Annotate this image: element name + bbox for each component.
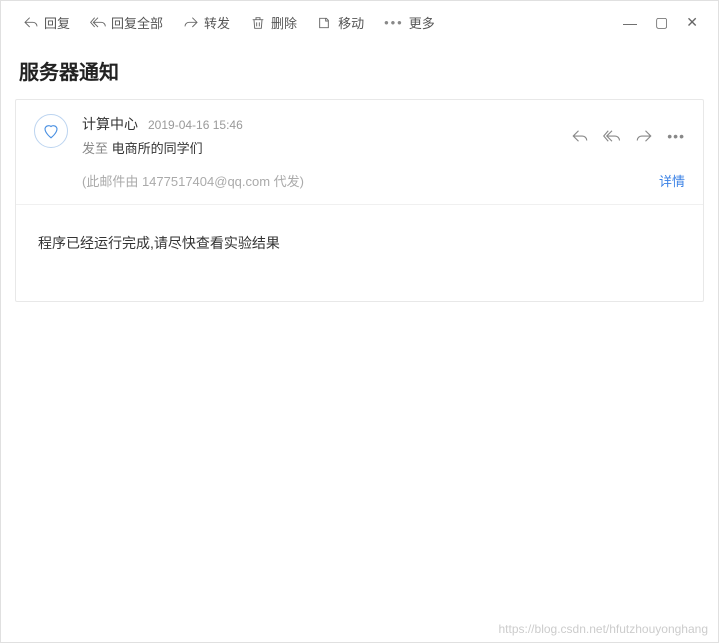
minimize-button[interactable]: — [623, 15, 637, 31]
more-button[interactable]: ••• 更多 [374, 9, 445, 36]
forward-button[interactable]: 转发 [173, 9, 240, 36]
proxy-note: (此邮件由 1477517404@qq.com 代发) [82, 171, 659, 190]
reply-all-label: 回复全部 [111, 13, 163, 32]
header-actions: ••• [571, 114, 685, 157]
sender-name: 计算中心 [82, 114, 138, 134]
move-label: 移动 [338, 13, 364, 32]
timestamp: 2019-04-16 15:46 [148, 118, 243, 132]
delete-button[interactable]: 删除 [240, 9, 307, 36]
detail-row: (此邮件由 1477517404@qq.com 代发) 详情 [16, 165, 703, 200]
move-icon [317, 15, 333, 31]
more-actions-button[interactable]: ••• [667, 128, 685, 144]
reply-all-button[interactable]: 回复全部 [80, 9, 173, 36]
sender-avatar[interactable] [34, 114, 68, 148]
reply-all-icon [90, 15, 106, 31]
recipients-prefix: 发至 [82, 141, 108, 156]
trash-icon [250, 15, 266, 31]
more-dots-icon: ••• [384, 15, 404, 30]
email-subject: 服务器通知 [1, 44, 718, 99]
maximize-button[interactable]: ▢ [655, 14, 668, 31]
heart-icon [42, 122, 60, 140]
recipients-list: 电商所的同学们 [112, 141, 203, 156]
more-label: 更多 [409, 13, 435, 32]
watermark: https://blog.csdn.net/hfutzhouyonghang [499, 622, 709, 636]
email-body: 程序已经运行完成,请尽快查看实验结果 [16, 205, 703, 301]
email-card: 计算中心 2019-04-16 15:46 发至 电商所的同学们 ••• (此邮… [15, 99, 704, 302]
window-controls: — ▢ ✕ [623, 14, 706, 31]
close-button[interactable]: ✕ [686, 14, 698, 31]
email-header: 计算中心 2019-04-16 15:46 发至 电商所的同学们 ••• [16, 100, 703, 165]
delete-label: 删除 [271, 13, 297, 32]
forward-icon[interactable] [635, 127, 653, 145]
detail-link[interactable]: 详情 [659, 171, 685, 190]
forward-icon [183, 15, 199, 31]
reply-label: 回复 [44, 13, 70, 32]
reply-icon [23, 15, 39, 31]
toolbar: 回复 回复全部 转发 删除 移动 ••• 更多 — ▢ ✕ [1, 1, 718, 44]
header-info: 计算中心 2019-04-16 15:46 发至 电商所的同学们 [82, 114, 571, 157]
move-button[interactable]: 移动 [307, 9, 374, 36]
reply-button[interactable]: 回复 [13, 9, 80, 36]
forward-label: 转发 [204, 13, 230, 32]
reply-icon[interactable] [571, 127, 589, 145]
reply-all-icon[interactable] [603, 127, 621, 145]
